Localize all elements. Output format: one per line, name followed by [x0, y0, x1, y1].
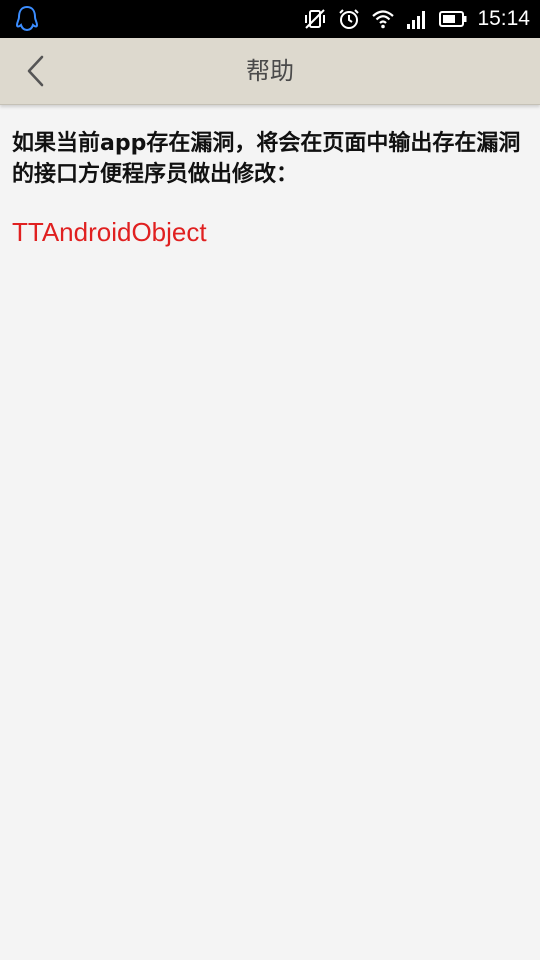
vibrate-off-icon [305, 9, 326, 29]
signal-icon [407, 11, 426, 29]
status-bar: 15:14 [0, 0, 540, 38]
qq-penguin-icon [15, 5, 39, 32]
wifi-icon [372, 10, 395, 29]
page-title: 帮助 [246, 57, 294, 85]
vulnerable-interface-name: TTAndroidObject [12, 217, 207, 247]
help-description: 如果当前app存在漏洞，将会在页面中输出存在漏洞的接口方便程序员做出修改： [12, 131, 521, 187]
status-time: 15:14 [477, 7, 530, 30]
title-bar: 帮助 [0, 38, 540, 105]
alarm-icon [339, 9, 360, 29]
battery-icon [439, 11, 467, 27]
help-content: 如果当前app存在漏洞，将会在页面中输出存在漏洞的接口方便程序员做出修改： TT… [12, 128, 522, 248]
